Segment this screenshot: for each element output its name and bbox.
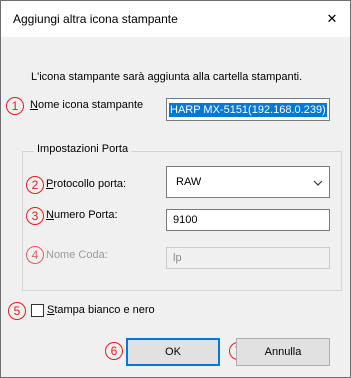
printer-name-label: Nome icona stampante xyxy=(30,99,144,111)
annotation-badge-4: 4 xyxy=(26,246,44,264)
close-icon: ✕ xyxy=(326,11,338,26)
printer-name-input[interactable]: HARP MX-5151(192.168.0.239) xyxy=(166,98,330,121)
queue-name-input[interactable]: lp xyxy=(166,247,330,269)
info-text: L'icona stampante sarà aggiunta alla car… xyxy=(31,71,303,83)
ok-label: OK xyxy=(165,346,181,358)
printer-name-value: HARP MX-5151(192.168.0.239) xyxy=(169,102,327,117)
title-bar: Aggiungi altra icona stampante ✕ xyxy=(1,1,350,37)
port-settings-label: Impostazioni Porta xyxy=(34,143,132,155)
mono-print-checkbox[interactable] xyxy=(31,304,44,317)
annotation-badge-5: 5 xyxy=(8,302,26,320)
annotation-badge-2: 2 xyxy=(26,176,44,194)
protocol-label: Protocollo porta: xyxy=(46,178,127,190)
protocol-value: RAW xyxy=(176,176,202,188)
chevron-down-icon xyxy=(313,178,323,190)
add-printer-icon-dialog: Aggiungi altra icona stampante ✕ L'icona… xyxy=(0,0,351,378)
annotation-badge-6: 6 xyxy=(105,342,123,360)
mono-print-label: Stampa bianco e nero xyxy=(47,304,155,316)
queue-name-value: lp xyxy=(173,252,182,264)
dialog-title: Aggiungi altra icona stampante xyxy=(13,12,178,26)
port-number-input[interactable]: 9100 xyxy=(166,209,330,231)
ok-button[interactable]: OK xyxy=(126,338,220,366)
annotation-badge-1: 1 xyxy=(6,97,24,115)
protocol-select[interactable]: RAW xyxy=(166,166,330,198)
close-button[interactable]: ✕ xyxy=(314,1,350,37)
annotation-badge-3: 3 xyxy=(26,207,44,225)
queue-name-label: Nome Coda: xyxy=(46,249,108,261)
cancel-button[interactable]: Annulla xyxy=(236,338,330,366)
cancel-label: Annulla xyxy=(264,346,302,358)
port-number-value: 9100 xyxy=(173,214,198,226)
port-number-label: Numero Porta: xyxy=(46,209,118,221)
